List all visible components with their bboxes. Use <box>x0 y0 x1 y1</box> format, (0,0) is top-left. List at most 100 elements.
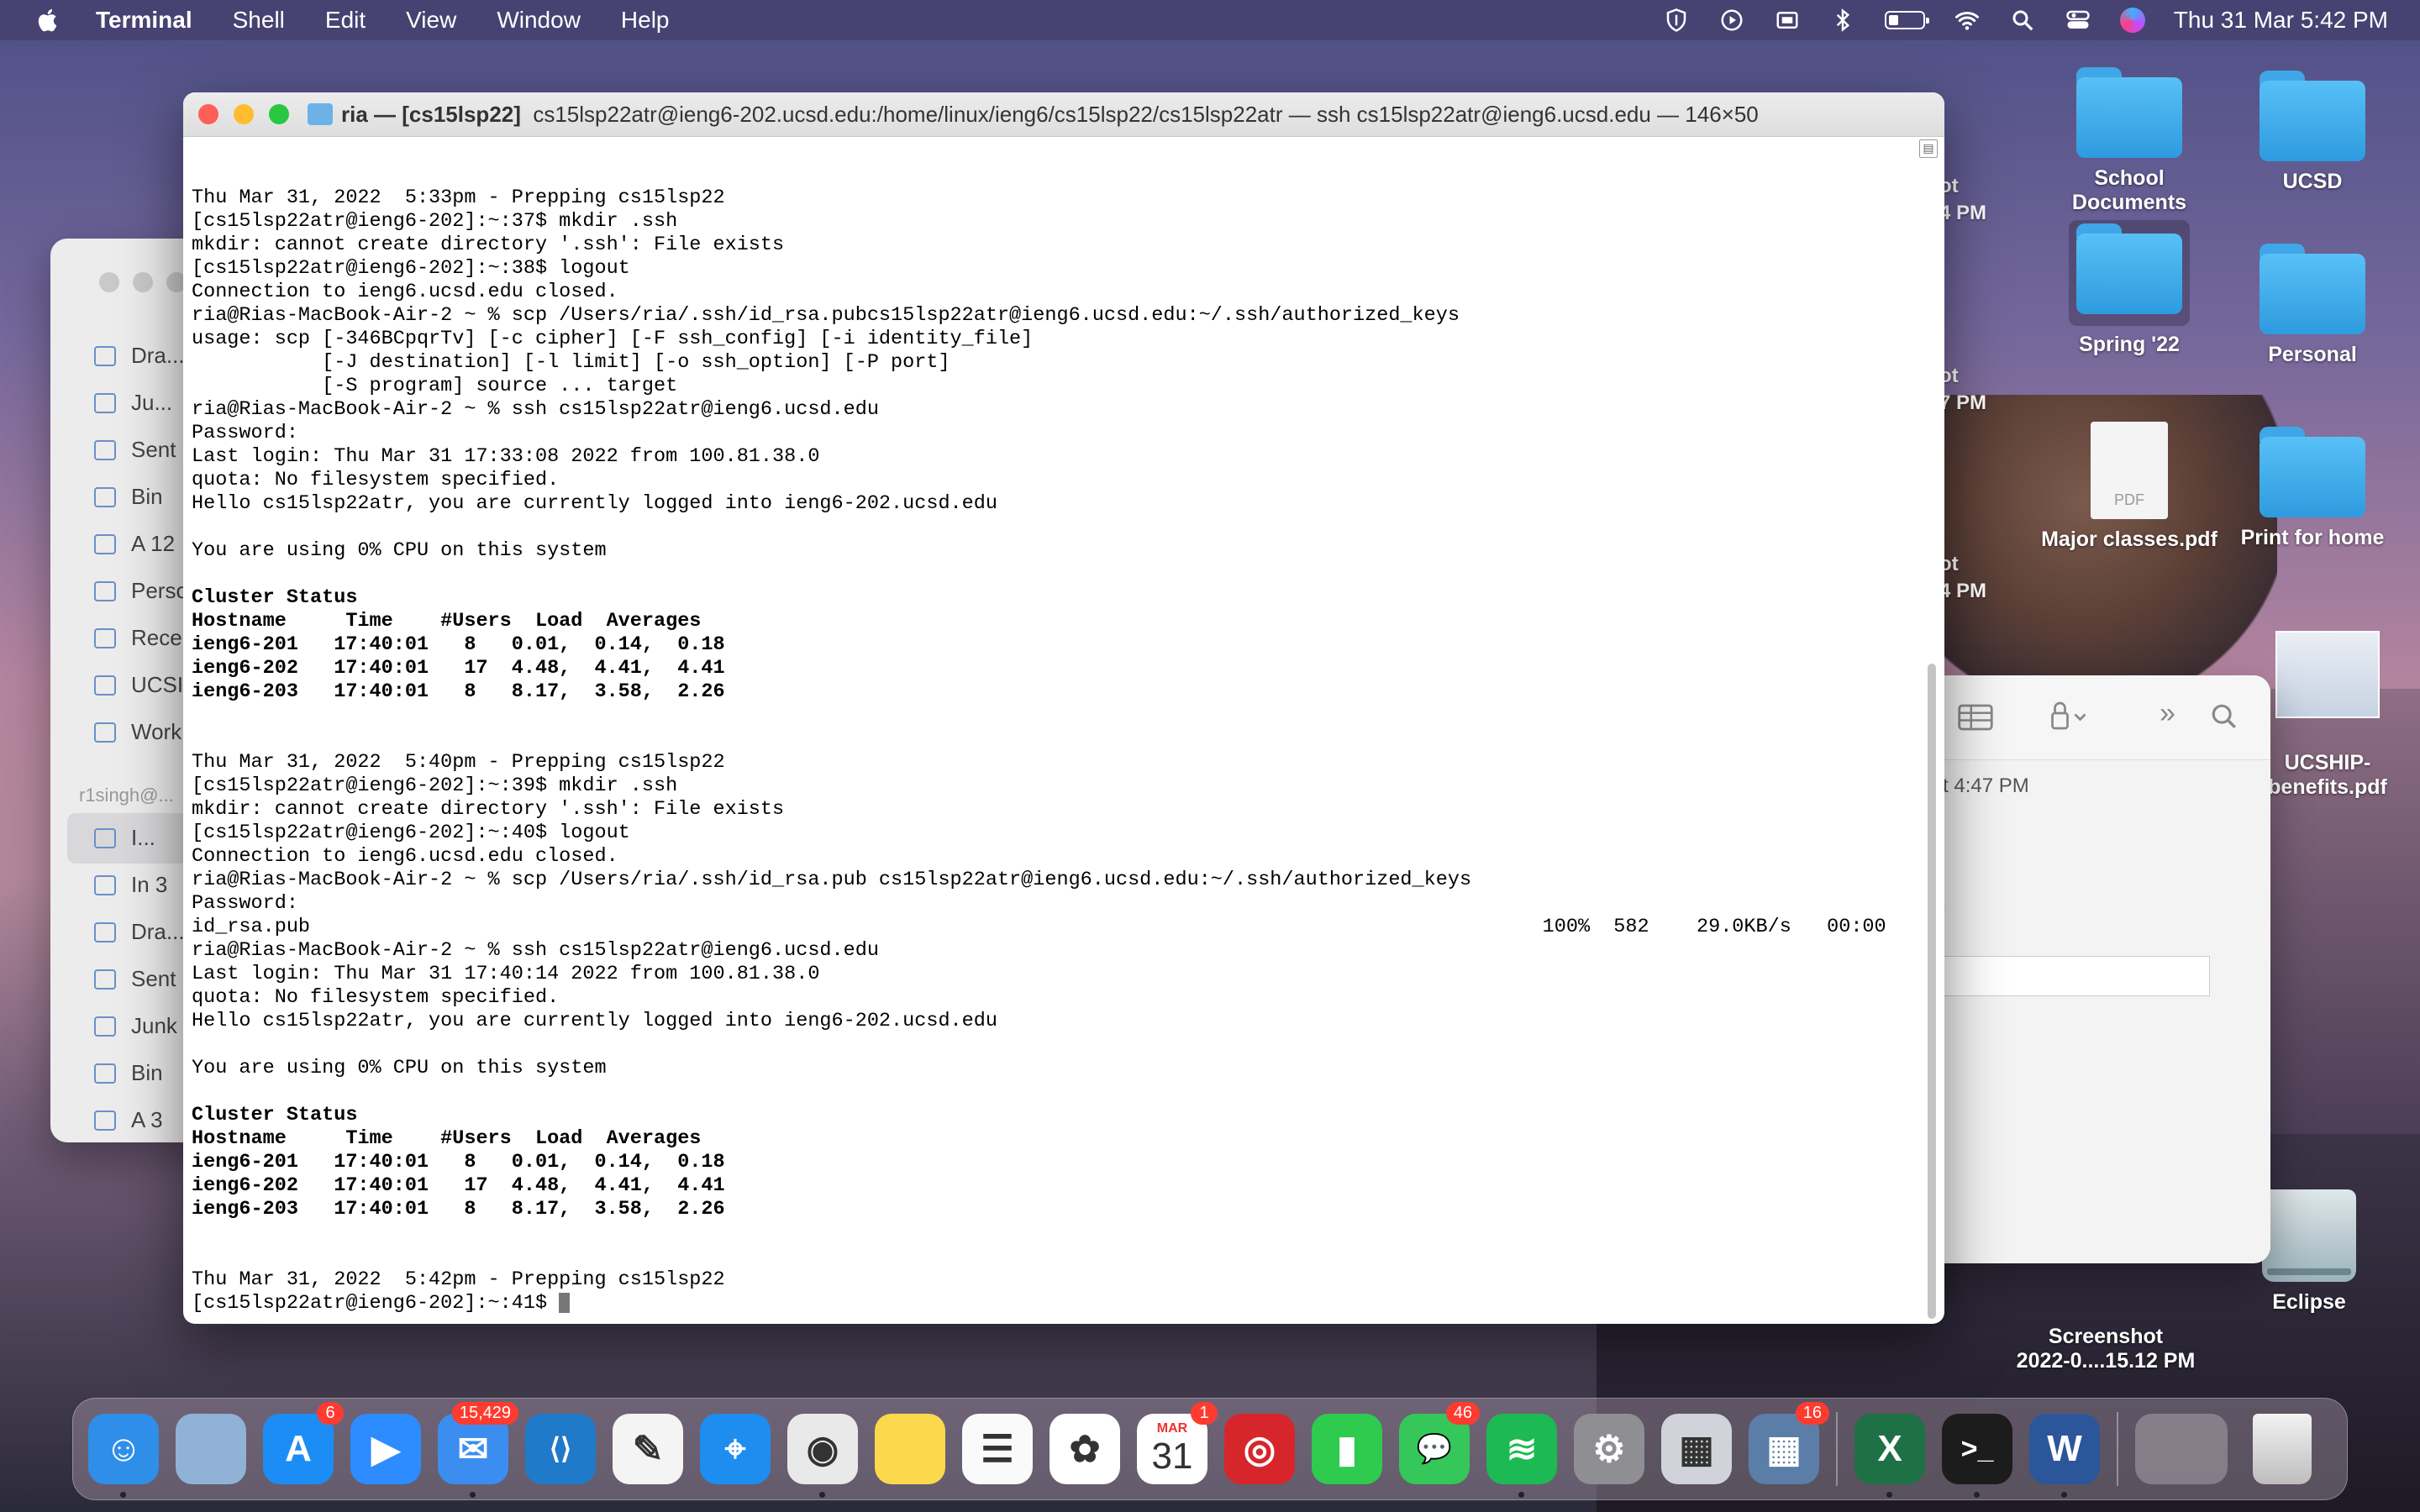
battery-icon[interactable] <box>1884 11 1929 29</box>
terminal-line: [cs15lsp22atr@ieng6-202]:~:37$ mkdir .ss… <box>192 210 678 233</box>
dock-app-photo-booth[interactable]: ◎ <box>1224 1414 1295 1484</box>
dock-app-spotify[interactable]: ≋ <box>1486 1414 1557 1498</box>
desktop-icon-print-for-home[interactable]: Print for home <box>2220 427 2405 550</box>
desktop-icon-ucsd[interactable]: UCSD <box>2220 71 2405 194</box>
desktop-icon-personal[interactable]: Personal <box>2220 244 2405 367</box>
play-circle-icon[interactable] <box>1718 8 1745 33</box>
siri-icon[interactable] <box>2119 8 2145 33</box>
dock-trash[interactable] <box>2253 1414 2312 1484</box>
reminders-icon: ☰ <box>981 1428 1014 1470</box>
dock-app-grid-app[interactable]: ▦ 16 <box>1749 1402 1829 1484</box>
desktop-icon-screenshot[interactable]: Screenshot 2022-0....15.12 PM <box>1996 1300 2215 1398</box>
control-center-icon[interactable] <box>2065 8 2091 33</box>
close-button[interactable] <box>198 104 218 124</box>
dock-app-preview[interactable] <box>176 1414 246 1484</box>
minimize-button[interactable] <box>234 104 254 124</box>
mail-account-header: r1singh@... <box>79 785 174 806</box>
menu-window[interactable]: Window <box>497 7 581 34</box>
desktop-icon-major-classes[interactable]: PDF Major classes.pdf <box>2028 422 2230 552</box>
desktop-icon-school-documents[interactable]: School Documents <box>2037 67 2222 215</box>
terminal-line: Connection to ieng6.ucsd.edu closed. <box>192 845 618 868</box>
dock-app-messages[interactable]: 💬 46 <box>1399 1402 1480 1484</box>
trash-icon <box>2253 1414 2312 1484</box>
table-icon[interactable] <box>1958 704 1993 731</box>
apple-menu-icon[interactable] <box>35 7 62 34</box>
mail-mailbox-junk[interactable]: Ju... <box>94 390 172 416</box>
dock-app-mail[interactable]: ✉ 15,429 <box>438 1402 518 1498</box>
menu-app-name[interactable]: Terminal <box>96 7 192 34</box>
search-icon[interactable] <box>2210 702 2238 731</box>
chevron-right-icon[interactable]: » <box>2160 697 2175 730</box>
zoom-button[interactable] <box>269 104 289 124</box>
terminal-line: [-S program] source ... target <box>192 375 678 397</box>
mail-mailbox-bin[interactable]: Bin <box>94 484 163 510</box>
dock-app-app-store[interactable]: A6 <box>263 1402 344 1484</box>
terminal-line: Hostname Time #Users Load Averages <box>192 610 702 633</box>
dock-app-vscode[interactable]: ⟨⟩ <box>525 1414 596 1484</box>
menu-edit[interactable]: Edit <box>325 7 366 34</box>
dock-app-launchpad[interactable]: ▦ <box>1661 1414 1732 1484</box>
dock-app-safari[interactable]: ⌖ <box>700 1414 771 1484</box>
terminal-prompt-line[interactable]: [cs15lsp22atr@ieng6-202]:~:41$ <box>192 1292 1911 1315</box>
wifi-icon[interactable] <box>1954 8 1981 33</box>
mail-mailbox-personal[interactable]: Perso <box>94 578 188 604</box>
terminal-line: mkdir: cannot create directory '.ssh': F… <box>192 798 785 821</box>
dock-separator <box>2117 1412 2118 1486</box>
terminal-window[interactable]: ria — [cs15lsp22] cs15lsp22atr@ieng6-202… <box>183 92 1944 1324</box>
dock-app-chrome[interactable]: ◉ <box>787 1414 858 1498</box>
mail-mailbox-work[interactable]: Work <box>94 719 182 745</box>
dock-app-finder[interactable]: ☺ <box>88 1414 159 1498</box>
mail-mailbox-bin-2[interactable]: Bin <box>94 1060 163 1086</box>
search-icon[interactable] <box>2009 8 2036 33</box>
dock-app-terminal[interactable]: >_ <box>1942 1414 2012 1498</box>
dock-app-excel[interactable]: X <box>1854 1414 1925 1498</box>
running-indicator <box>2061 1492 2067 1498</box>
terminal-line: ria@Rias-MacBook-Air-2 ~ % ssh cs15lsp22… <box>192 398 879 421</box>
preview-window[interactable]: » 022 at 4:47 PM 22atr <box>1891 675 2270 1263</box>
zoom-icon: ▶ <box>371 1428 400 1470</box>
terminal-scrollbar[interactable] <box>1928 664 1936 1319</box>
desktop-icon-spring-22[interactable]: Spring '22 <box>2037 220 2222 357</box>
mail-mailbox-inbox[interactable]: In 3 <box>94 872 167 898</box>
mail-mailbox-archive-2[interactable]: A 3 <box>94 1107 163 1133</box>
mail-mailbox-junk-2[interactable]: Junk <box>94 1013 177 1039</box>
menu-view[interactable]: View <box>406 7 456 34</box>
display-icon[interactable] <box>1774 8 1801 33</box>
dock-app-word[interactable]: W <box>2029 1414 2100 1498</box>
mail-mailbox-archive[interactable]: A 12 <box>94 531 175 557</box>
mail-mailbox-drafts-2[interactable]: Dra... <box>94 919 185 945</box>
terminal-titlebar[interactable]: ria — [cs15lsp22] cs15lsp22atr@ieng6-202… <box>183 92 1944 137</box>
dock-app-facetime[interactable]: ▮ <box>1312 1414 1382 1484</box>
mail-mailbox-drafts[interactable]: Dra... <box>94 343 185 369</box>
calendar-day: 31 <box>1151 1436 1193 1477</box>
dock-app-textedit[interactable]: ✎ <box>613 1414 683 1484</box>
mail-mailbox-sent[interactable]: Sent <box>94 437 176 463</box>
dock-downloads-stack[interactable] <box>2135 1414 2228 1484</box>
shield-icon[interactable] <box>1663 8 1690 33</box>
dock-app-calendar[interactable]: MAR 31 1 <box>1137 1402 1218 1484</box>
mail-mailbox-ucsd[interactable]: UCSI <box>94 672 183 698</box>
spotify-icon: ≋ <box>1506 1428 1538 1470</box>
folder-icon <box>94 627 116 648</box>
dock-app-system-preferences[interactable]: ⚙ <box>1574 1414 1644 1484</box>
mail-mailbox-recent[interactable]: Rece <box>94 625 182 651</box>
terminal-output[interactable]: Thu Mar 31, 2022 5:33pm - Prepping cs15l… <box>192 186 1911 1324</box>
split-pane-icon[interactable]: ▤ <box>1919 139 1938 158</box>
menu-shell[interactable]: Shell <box>233 7 285 34</box>
dock-app-reminders[interactable]: ☰ <box>962 1414 1033 1484</box>
mail-mailbox-i[interactable]: I... <box>94 825 155 851</box>
dock-app-photos[interactable]: ✿ <box>1050 1414 1120 1484</box>
terminal-line: usage: scp [-346BCpqrTv] [-c cipher] [-F… <box>192 328 1034 350</box>
menu-help[interactable]: Help <box>621 7 670 34</box>
bluetooth-icon[interactable] <box>1829 8 1856 33</box>
archive-icon <box>94 1110 116 1131</box>
dock-app-zoom[interactable]: ▶ <box>350 1414 421 1484</box>
running-indicator <box>1974 1492 1980 1498</box>
lock-icon[interactable] <box>2049 701 2089 731</box>
finder-icon: ☺ <box>104 1428 143 1469</box>
dock-app-notes[interactable] <box>875 1414 945 1484</box>
mail-mailbox-sent-2[interactable]: Sent <box>94 966 176 992</box>
menu-clock[interactable]: Thu 31 Mar 5:42 PM <box>2174 7 2388 34</box>
